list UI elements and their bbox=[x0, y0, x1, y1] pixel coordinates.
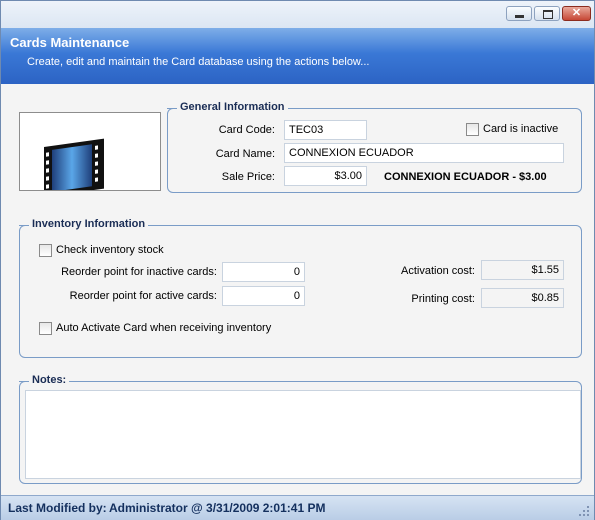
card-code-field[interactable]: TEC03 bbox=[284, 120, 367, 140]
reorder-active-label: Reorder point for active cards: bbox=[69, 290, 217, 302]
sale-price-label: Sale Price: bbox=[221, 171, 275, 183]
cards-maintenance-window: ✕ Cards Maintenance Create, edit and mai… bbox=[0, 0, 595, 520]
header-banner: Cards Maintenance Create, edit and maint… bbox=[1, 28, 594, 84]
close-button[interactable]: ✕ bbox=[562, 6, 591, 21]
maximize-icon bbox=[543, 10, 553, 19]
status-bar: Last Modified by: Administrator @ 3/31/2… bbox=[1, 495, 594, 520]
reorder-inactive-field[interactable]: 0 bbox=[222, 262, 305, 282]
sale-price-field[interactable]: $3.00 bbox=[284, 166, 367, 186]
title-bar[interactable]: ✕ bbox=[1, 1, 594, 29]
printing-cost-label: Printing cost: bbox=[411, 293, 475, 305]
card-inactive-checkbox[interactable] bbox=[466, 123, 479, 136]
card-summary-text: CONNEXION ECUADOR - $3.00 bbox=[384, 171, 547, 183]
minimize-button[interactable] bbox=[506, 6, 532, 21]
activation-cost-field[interactable]: $1.55 bbox=[481, 260, 564, 280]
notes-legend: Notes: bbox=[18, 374, 70, 386]
reorder-active-field[interactable]: 0 bbox=[222, 286, 305, 306]
check-inventory-stock-checkbox[interactable] bbox=[39, 244, 52, 257]
card-inactive-label[interactable]: Card is inactive bbox=[483, 123, 558, 135]
page-subtitle: Create, edit and maintain the Card datab… bbox=[27, 56, 370, 68]
inventory-information-legend: Inventory Information bbox=[18, 218, 149, 230]
notes-textarea[interactable] bbox=[25, 390, 581, 479]
card-name-label: Card Name: bbox=[215, 148, 275, 160]
card-code-label: Card Code: bbox=[218, 124, 275, 136]
page-title: Cards Maintenance bbox=[10, 35, 130, 50]
last-modified-value: Administrator @ 3/31/2009 2:01:41 PM bbox=[109, 501, 326, 515]
last-modified-label: Last Modified by: bbox=[8, 501, 107, 515]
maximize-button[interactable] bbox=[534, 6, 560, 21]
card-image[interactable] bbox=[19, 112, 161, 191]
auto-activate-label[interactable]: Auto Activate Card when receiving invent… bbox=[56, 322, 271, 334]
printing-cost-field[interactable]: $0.85 bbox=[481, 288, 564, 308]
reorder-inactive-label: Reorder point for inactive cards: bbox=[61, 266, 217, 278]
minimize-icon bbox=[515, 15, 524, 18]
film-strip-icon bbox=[44, 138, 104, 190]
auto-activate-checkbox[interactable] bbox=[39, 322, 52, 335]
resize-grip-icon[interactable] bbox=[578, 505, 590, 517]
close-icon: ✕ bbox=[571, 7, 582, 19]
activation-cost-label: Activation cost: bbox=[401, 265, 475, 277]
check-inventory-stock-label[interactable]: Check inventory stock bbox=[56, 244, 164, 256]
general-information-legend: General Information bbox=[167, 101, 288, 113]
card-name-field[interactable]: CONNEXION ECUADOR bbox=[284, 143, 564, 163]
